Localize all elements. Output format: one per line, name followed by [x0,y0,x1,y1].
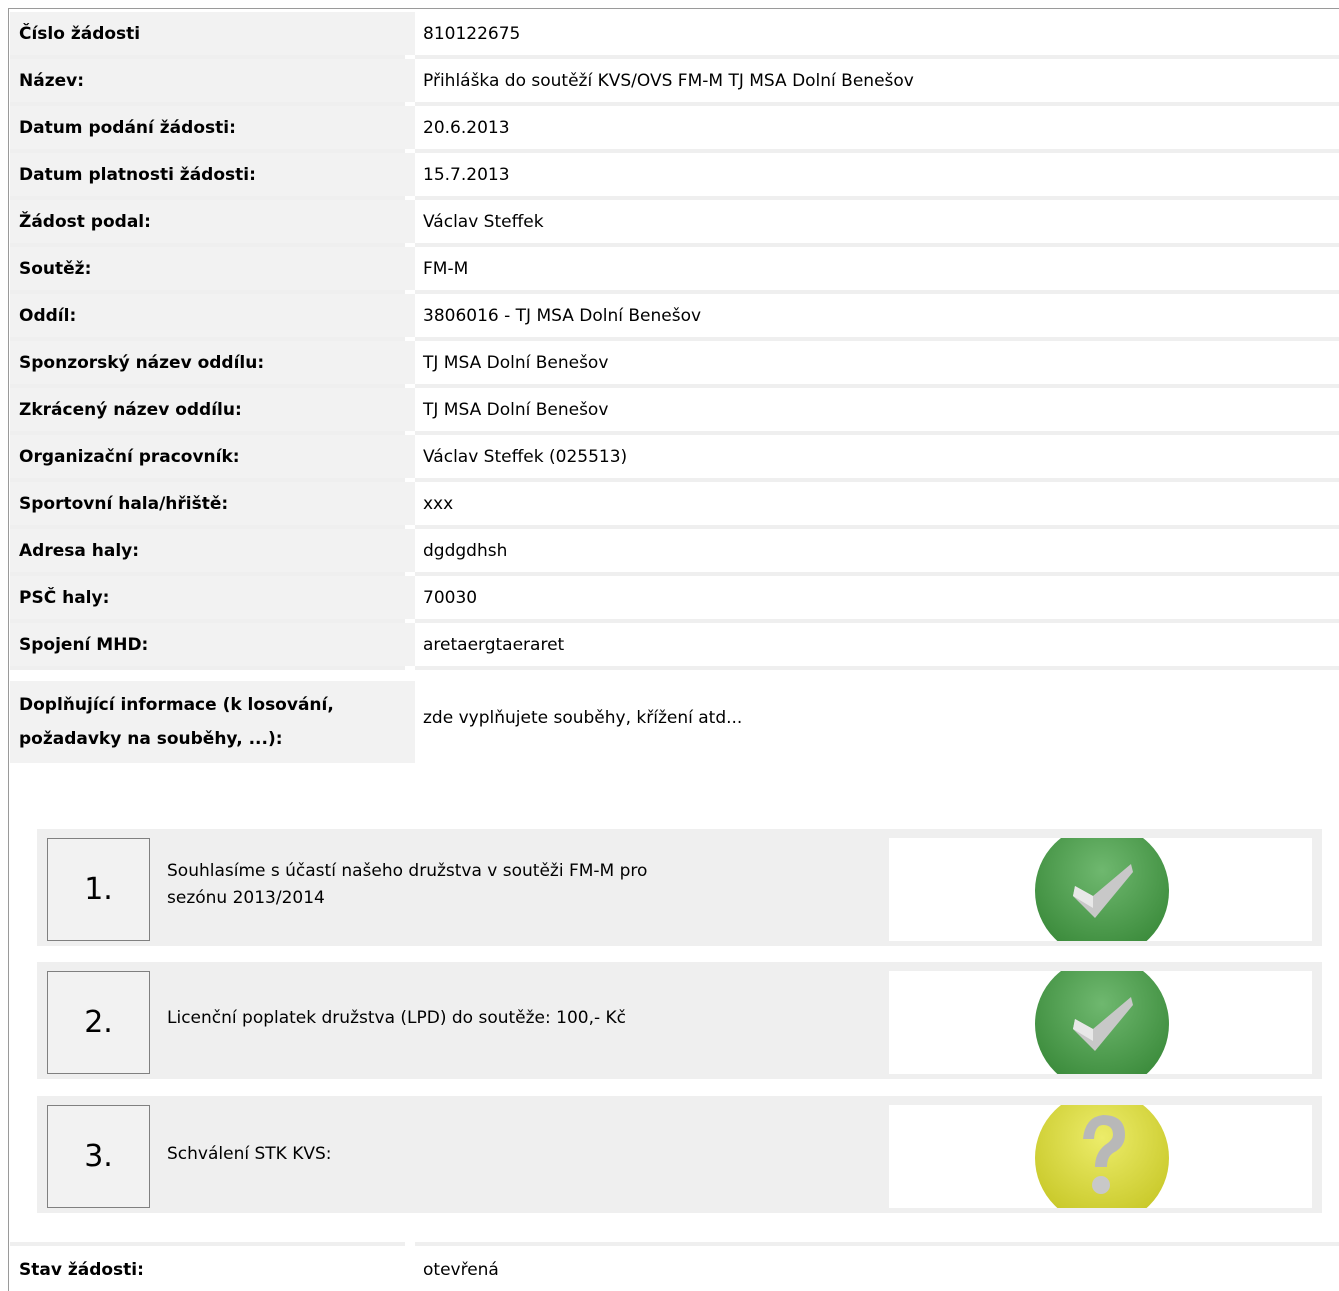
field-value: aretaergtaeraret [415,623,1339,666]
field-label: Organizační pracovník: [10,435,415,478]
field-value: zde vyplňujete souběhy, křížení atd... [415,681,1339,763]
field-row: Číslo žádosti 810122675 [10,12,1339,55]
field-value: dgdgdhsh [415,529,1339,572]
field-label: Žádost podal: [10,200,415,243]
step-row: 3. Schválení STK KVS: [37,1096,1322,1213]
field-row: Soutěž: FM-M [10,247,1339,290]
field-label: Oddíl: [10,294,415,337]
step-text: Souhlasíme s účastí našeho družstva v so… [167,861,648,908]
field-row: Sportovní hala/hřiště: xxx [10,482,1339,525]
field-row: Název: Přihláška do soutěží KVS/OVS FM-M … [10,59,1339,102]
step-text: Schválení STK KVS: [167,1144,332,1164]
green-check-icon [1035,971,1169,1074]
field-label: Soutěž: [10,247,415,290]
field-row: Sponzorský název oddílu: TJ MSA Dolní Ben… [10,341,1339,384]
field-row: Datum platnosti žádosti: 15.7.2013 [10,153,1339,196]
field-row: Spojení MHD: aretaergtaeraret [10,623,1339,666]
field-label: PSČ haly: [10,576,415,619]
step-row: 1. Souhlasíme s účastí našeho družstva v… [37,829,1322,946]
step-number: 3. [47,1105,150,1208]
step-status [889,971,1312,1074]
field-row: Datum podání žádosti: 20.6.2013 [10,106,1339,149]
field-row: Žádost podal: Václav Steffek [10,200,1339,243]
field-value: 3806016 - TJ MSA Dolní Benešov [415,294,1339,337]
field-value: otevřená [415,1246,1339,1285]
field-row: PSČ haly: 70030 [10,576,1339,619]
step-status [889,838,1312,941]
field-label: Zkrácený název oddílu: [10,388,415,431]
field-label: Sportovní hala/hřiště: [10,482,415,525]
field-label: Adresa haly: [10,529,415,572]
field-value: Václav Steffek (025513) [415,435,1339,478]
field-label: Název: [10,59,415,102]
field-value: TJ MSA Dolní Benešov [415,388,1339,431]
field-label: Doplňující informace (k losování, požada… [10,681,415,763]
field-label: Stav žádosti: [10,1246,415,1285]
separator [10,666,1339,670]
field-value: 15.7.2013 [415,153,1339,196]
field-label: Datum podání žádosti: [10,106,415,149]
field-value: Přihláška do soutěží KVS/OVS FM-M TJ MSA… [415,59,1339,102]
field-value: Václav Steffek [415,200,1339,243]
field-label: Datum platnosti žádosti: [10,153,415,196]
step-number: 2. [47,971,150,1074]
field-row: Oddíl: 3806016 - TJ MSA Dolní Benešov [10,294,1339,337]
field-value: 20.6.2013 [415,106,1339,149]
separator [10,1242,1339,1246]
field-row: Zkrácený název oddílu: TJ MSA Dolní Beneš… [10,388,1339,431]
field-row: Adresa haly: dgdgdhsh [10,529,1339,572]
step-text: Licenční poplatek družstva (LPD) do sout… [167,1008,627,1028]
yellow-question-icon [1035,1105,1169,1208]
field-value: xxx [415,482,1339,525]
green-check-icon [1035,838,1169,941]
field-row-additional-info: Doplňující informace (k losování, požada… [10,681,1339,763]
field-value: 810122675 [415,12,1339,55]
field-label: Spojení MHD: [10,623,415,666]
field-label: Sponzorský název oddílu: [10,341,415,384]
field-value: TJ MSA Dolní Benešov [415,341,1339,384]
step-status [889,1105,1312,1208]
step-number: 1. [47,838,150,941]
step-row: 2. Licenční poplatek družstva (LPD) do s… [37,962,1322,1079]
field-value: 70030 [415,576,1339,619]
field-row: Organizační pracovník: Václav Steffek (02… [10,435,1339,478]
field-value: FM-M [415,247,1339,290]
field-row-state: Stav žádosti: otevřená [10,1246,1339,1285]
field-label: Číslo žádosti [10,12,415,55]
